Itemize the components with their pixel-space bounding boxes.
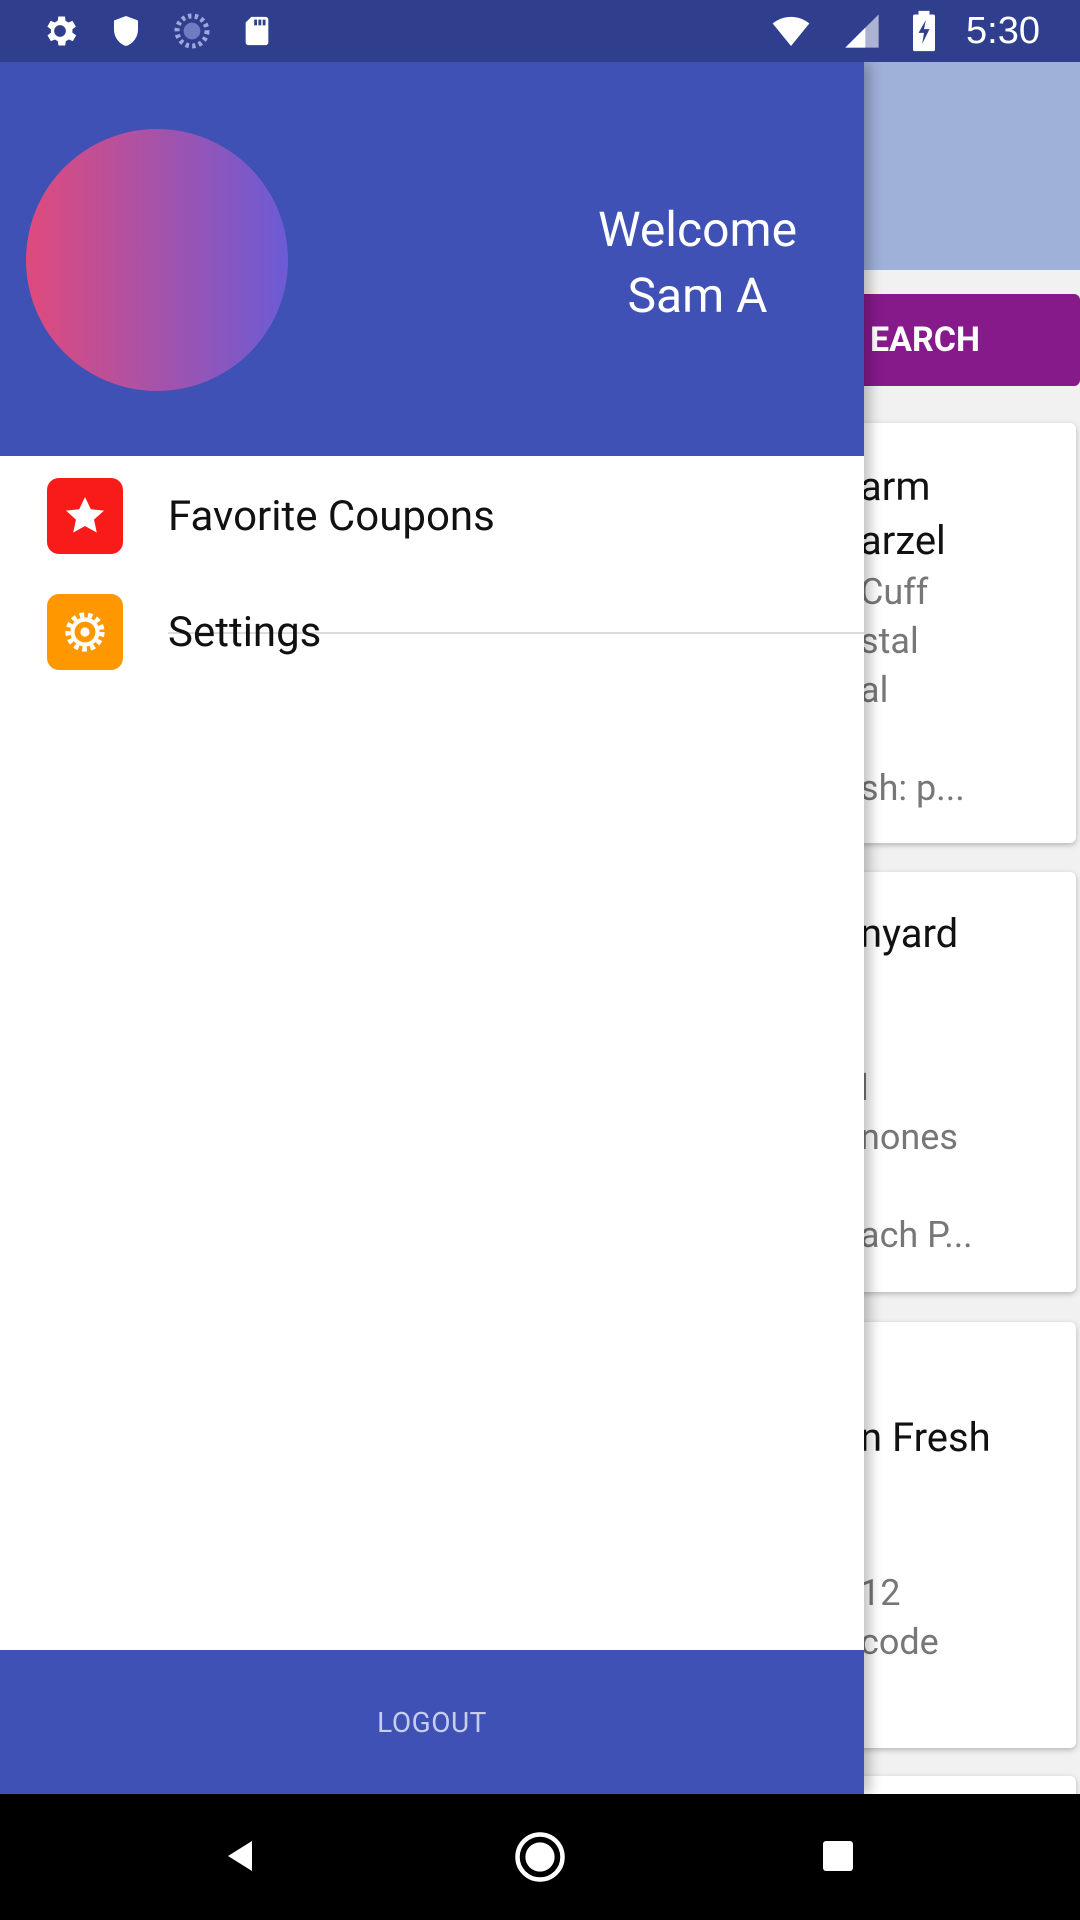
gear-icon	[47, 16, 77, 46]
card-title-line: arzel	[860, 517, 946, 564]
signal-icon	[845, 14, 879, 48]
loading-icon	[174, 13, 210, 49]
welcome-text: Welcome Sam A	[560, 197, 835, 329]
welcome-line: Welcome	[597, 201, 798, 258]
gear-icon	[47, 594, 123, 670]
sd-card-icon	[245, 16, 269, 46]
wifi-icon	[772, 16, 810, 46]
menu-item-label: Settings	[168, 607, 322, 657]
battery-charging-icon	[913, 10, 936, 52]
star-icon	[47, 478, 123, 554]
logout-button[interactable]: LOGOUT	[0, 1650, 864, 1794]
card-text-line: ach P...	[860, 1214, 973, 1256]
status-right-icons: 5:30	[768, 9, 1040, 53]
clock: 5:30	[966, 9, 1040, 52]
user-name: Sam A	[627, 267, 768, 324]
menu-item-favorite-coupons[interactable]: Favorite Coupons	[0, 458, 864, 574]
status-left-icons	[40, 11, 274, 51]
home-icon[interactable]	[513, 1830, 567, 1884]
card-text-line: 12	[860, 1572, 901, 1614]
back-icon[interactable]	[222, 1836, 258, 1876]
shield-icon	[114, 16, 138, 46]
navigation-drawer: Welcome Sam A Favorite Coupons Settings …	[0, 62, 864, 1794]
recents-icon[interactable]	[820, 1838, 856, 1874]
card-title-line: n Fresh	[860, 1414, 991, 1461]
card-text-line: nones	[860, 1116, 958, 1158]
card-text-line: al	[860, 669, 889, 711]
drawer-header: Welcome Sam A	[0, 62, 864, 456]
card-text-line: stal	[860, 620, 919, 662]
menu-item-settings[interactable]: Settings	[0, 574, 864, 690]
card-text-line: code	[860, 1621, 939, 1663]
system-navigation-bar	[0, 1794, 1080, 1920]
card-title-line: arm	[860, 463, 931, 510]
avatar[interactable]	[26, 129, 288, 391]
logout-label: LOGOUT	[377, 1705, 487, 1739]
card-title-line: nyard	[860, 910, 959, 957]
search-button-label: EARCH	[869, 320, 980, 360]
status-bar: 5:30	[0, 0, 1080, 62]
card-text-line: sh: p...	[860, 767, 965, 809]
card-text-line: Cuff	[860, 571, 929, 613]
menu-item-label: Favorite Coupons	[168, 491, 495, 541]
